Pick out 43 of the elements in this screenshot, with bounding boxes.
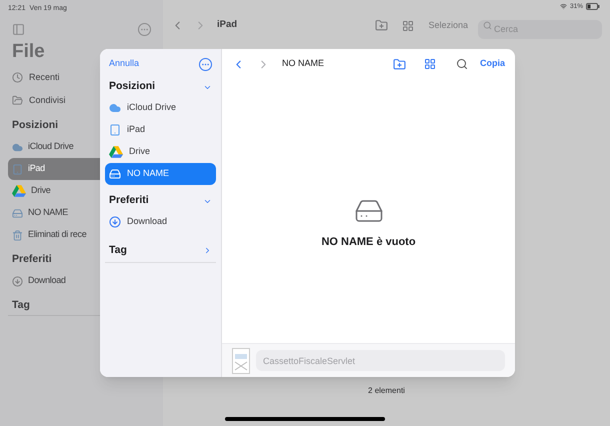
new-folder-icon[interactable] bbox=[392, 58, 406, 70]
sidebar-title: File bbox=[11, 40, 46, 64]
wifi-icon bbox=[560, 3, 567, 10]
section-header[interactable]: Tag bbox=[105, 239, 216, 263]
location-item[interactable]: NO NAME bbox=[105, 163, 216, 185]
tablet-icon bbox=[109, 124, 121, 136]
folder-icon bbox=[12, 95, 23, 106]
folder-title: iPad bbox=[217, 18, 238, 32]
trash-icon bbox=[12, 230, 23, 240]
copy-button[interactable]: Copia bbox=[480, 57, 505, 71]
chevron-right-icon bbox=[203, 246, 212, 255]
sidebar-toggle-icon[interactable] bbox=[12, 22, 25, 36]
new-folder-icon[interactable] bbox=[375, 19, 388, 32]
drive-logo-icon bbox=[12, 184, 26, 198]
grid-icon[interactable] bbox=[424, 58, 436, 70]
cloud-icon bbox=[109, 102, 121, 114]
search-icon[interactable] bbox=[456, 58, 468, 70]
section-header: Posizioni bbox=[11, 118, 60, 134]
more-icon[interactable] bbox=[199, 58, 212, 70]
location-item[interactable]: iPad bbox=[105, 119, 216, 141]
download-icon bbox=[12, 276, 23, 286]
item-count: 2 elementi bbox=[368, 385, 405, 397]
battery-icon bbox=[586, 3, 600, 10]
section-header[interactable]: Posizioni bbox=[105, 77, 216, 97]
section-header: Tag bbox=[11, 298, 31, 313]
tablet-icon bbox=[12, 164, 23, 174]
section-header[interactable]: Preferiti bbox=[105, 191, 216, 211]
download-icon bbox=[109, 216, 121, 228]
section-header: Preferiti bbox=[11, 252, 53, 268]
empty-message: NO NAME è vuoto bbox=[321, 234, 416, 250]
cancel-button[interactable]: Annulla bbox=[109, 57, 140, 71]
clock-icon bbox=[12, 72, 23, 83]
drive-logo-icon bbox=[109, 145, 123, 159]
drive-icon bbox=[109, 168, 121, 180]
document-thumbnail-icon bbox=[232, 348, 250, 374]
grid-icon[interactable] bbox=[402, 20, 414, 32]
sidebar-item[interactable]: Download bbox=[8, 270, 155, 292]
location-item[interactable]: iCloud Drive bbox=[105, 97, 216, 119]
search-icon bbox=[483, 21, 492, 30]
folder-title: NO NAME bbox=[282, 57, 324, 70]
drive-icon bbox=[12, 208, 23, 218]
more-icon[interactable] bbox=[138, 22, 151, 36]
cloud-icon bbox=[12, 142, 23, 152]
